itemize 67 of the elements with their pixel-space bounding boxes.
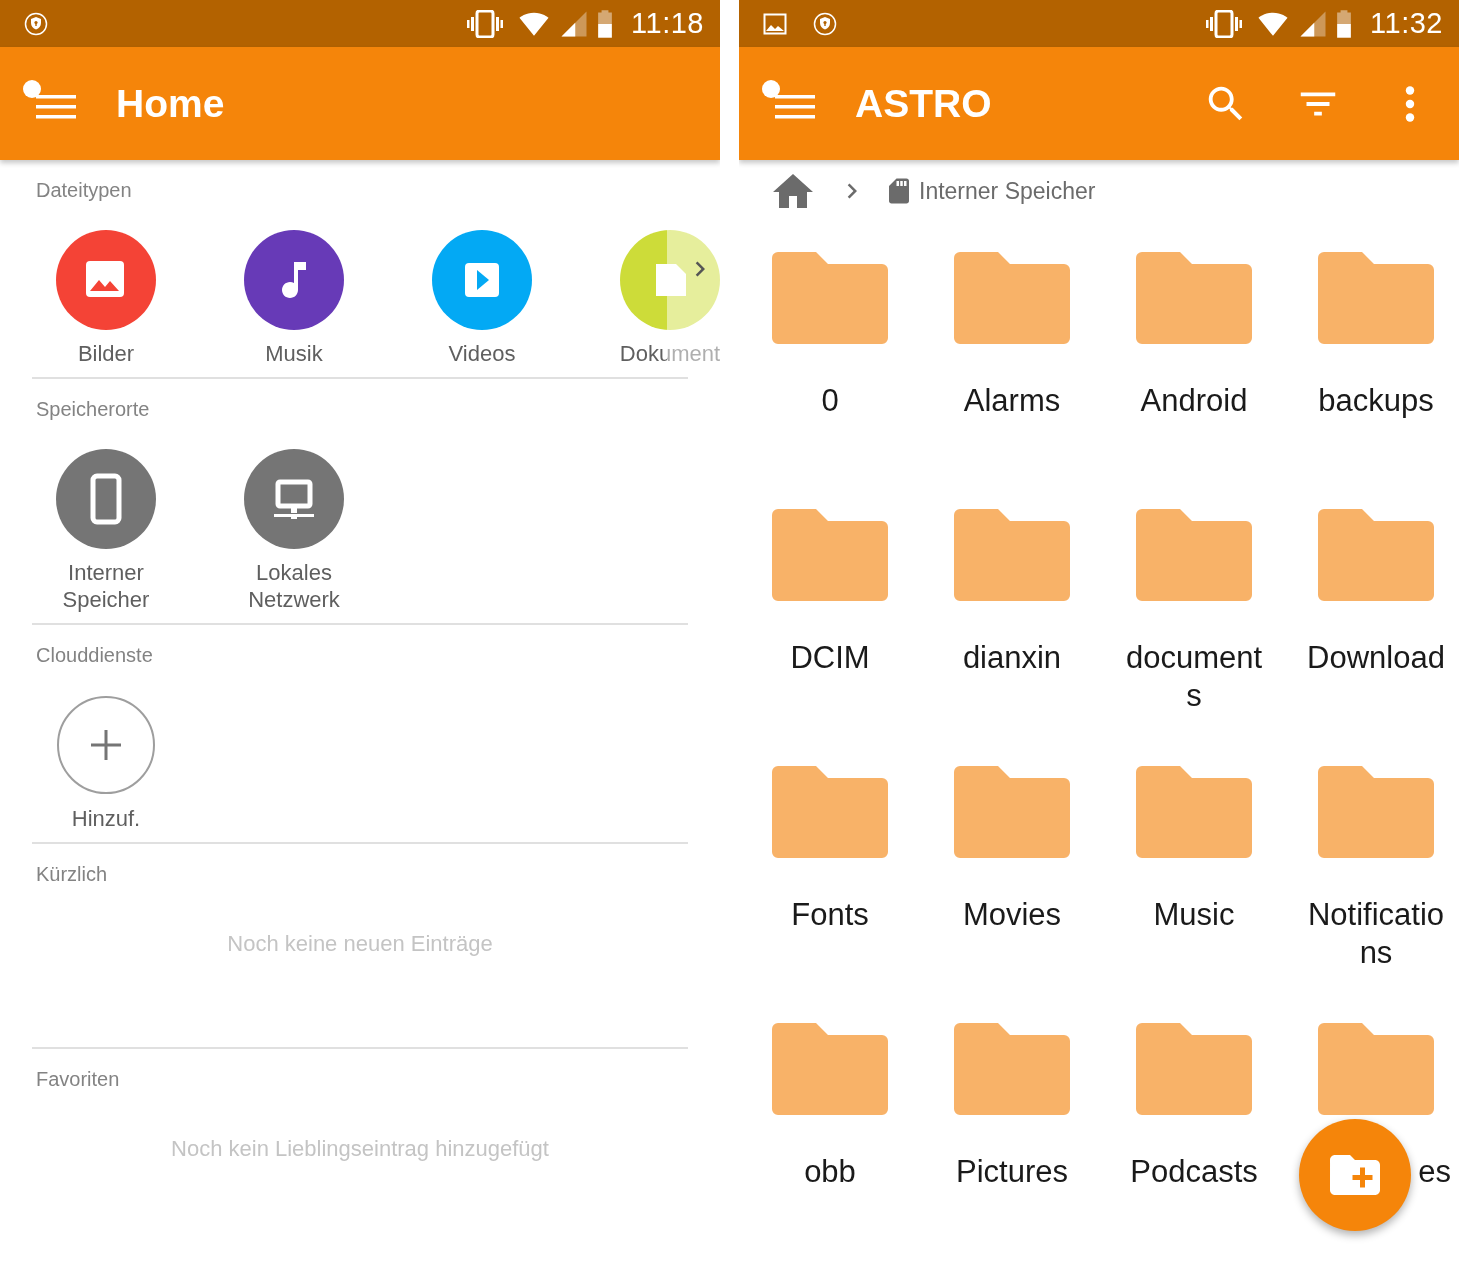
category-button[interactable]: Videos <box>407 230 557 367</box>
home-icon[interactable] <box>773 174 813 208</box>
empty-message: Noch keine neuen Einträge <box>226 930 494 958</box>
section-header: Kürzlich <box>35 862 109 887</box>
category-button[interactable]: Hinzuf. <box>31 695 181 832</box>
music-note-icon <box>244 230 344 330</box>
folder-icon[interactable] <box>1136 252 1252 344</box>
battery-icon <box>1336 9 1353 38</box>
folder-name[interactable]: Podcasts <box>1123 1153 1265 1191</box>
battery-icon <box>597 9 614 38</box>
folder-icon[interactable] <box>954 1023 1070 1115</box>
folder-name[interactable]: backups <box>1305 382 1447 420</box>
category-button[interactable]: Bilder <box>31 230 181 367</box>
folder-name[interactable]: DCIM <box>759 639 901 677</box>
image-icon <box>763 11 787 36</box>
folder-icon[interactable] <box>1136 1023 1252 1115</box>
new-folder-button[interactable] <box>1299 1119 1411 1231</box>
folder-icon[interactable] <box>954 509 1070 601</box>
section-header: Clouddienste <box>35 643 154 668</box>
category-button[interactable]: Musik <box>219 230 369 367</box>
section-header: Speicherorte <box>35 397 151 422</box>
section-header: Dateitypen <box>35 178 133 203</box>
phone-icon <box>56 449 156 549</box>
folder-icon[interactable] <box>1136 509 1252 601</box>
folder-name[interactable]: es <box>1418 1153 1451 1191</box>
clock-time: 11:32 <box>1370 7 1443 40</box>
empty-message: Noch kein Lieblingseintrag hinzugefügt <box>170 1135 550 1163</box>
screen-title: ASTRO <box>855 81 993 126</box>
folder-icon[interactable] <box>1318 252 1434 344</box>
plus-icon <box>56 695 156 795</box>
play-icon <box>432 230 532 330</box>
folder-icon[interactable] <box>1318 509 1434 601</box>
clock-time: 11:18 <box>631 7 704 40</box>
folder-icon[interactable] <box>772 766 888 858</box>
folder-name[interactable]: Movies <box>941 896 1083 934</box>
category-button[interactable]: Lokales Netzwerk <box>219 449 369 613</box>
folder-name[interactable]: Alarms <box>941 382 1083 420</box>
monitor-icon <box>244 449 344 549</box>
screen-title: Home <box>116 81 226 126</box>
folder-icon[interactable] <box>954 766 1070 858</box>
folder-name[interactable]: Fonts <box>759 896 901 934</box>
folder-icon[interactable] <box>1318 766 1434 858</box>
folder-icon[interactable] <box>772 252 888 344</box>
folder-name[interactable]: dianxin <box>941 639 1083 677</box>
folder-icon[interactable] <box>772 1023 888 1115</box>
folder-name[interactable]: Pictures <box>941 1153 1083 1191</box>
image-icon <box>56 230 156 330</box>
folder-name[interactable]: documents <box>1123 639 1265 715</box>
folder-icon[interactable] <box>954 252 1070 344</box>
folder-icon[interactable] <box>772 509 888 601</box>
folder-name[interactable]: Music <box>1123 896 1265 934</box>
vibrate-icon <box>467 9 504 38</box>
folder-name[interactable]: Notifications <box>1305 896 1447 972</box>
section-header: Favoriten <box>35 1067 121 1092</box>
breadcrumb-item[interactable]: Interner Speicher <box>919 177 1096 205</box>
folder-icon[interactable] <box>1136 766 1252 858</box>
folder-name[interactable]: Android <box>1123 382 1265 420</box>
folder-name[interactable]: Download <box>1305 639 1447 677</box>
folder-name[interactable]: obb <box>759 1153 901 1191</box>
sd-card-icon <box>889 178 909 204</box>
vibrate-icon <box>1206 9 1243 38</box>
new-folder-icon <box>1330 1155 1380 1195</box>
shield-icon <box>813 11 837 36</box>
category-button[interactable]: Interner Speicher <box>31 449 181 613</box>
folder-icon[interactable] <box>1318 1023 1434 1115</box>
shield-icon <box>24 11 48 36</box>
folder-name[interactable]: 0 <box>759 382 901 420</box>
